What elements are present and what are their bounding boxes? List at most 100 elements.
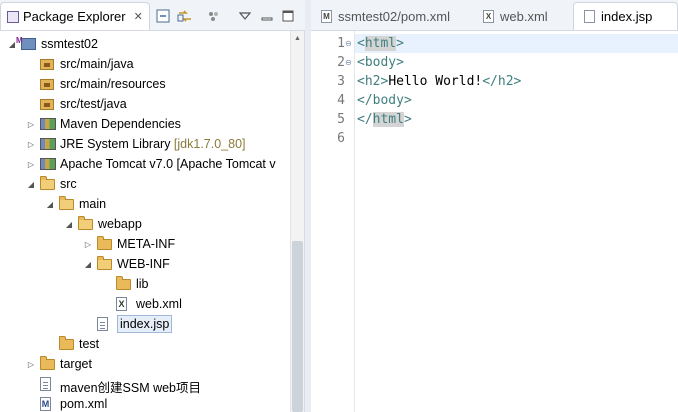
package-explorer-tab[interactable]: Package Explorer ✕ <box>0 2 150 30</box>
tree-item-text: src/test/java <box>60 97 127 111</box>
tree-item-text: webapp <box>98 217 142 231</box>
code-line[interactable]: </body> <box>357 91 412 110</box>
tree-item[interactable]: Xweb.xml <box>0 294 290 314</box>
code-line[interactable]: <html> <box>357 34 404 53</box>
tree-item[interactable]: ▷ META-INF <box>0 234 290 254</box>
collapsed-arrow-icon[interactable]: ▷ <box>26 114 36 134</box>
code-line[interactable]: <body> <box>357 53 404 72</box>
tree-item-text: index.jsp <box>120 317 170 331</box>
tree-item-text: target <box>60 357 92 371</box>
maven-pom-icon: M <box>321 9 332 23</box>
tree-scrollbar[interactable]: ▲ <box>290 31 304 412</box>
editor-tab[interactable]: index.jsp <box>573 2 678 30</box>
code-editor[interactable]: <html> <body> <h2>Hello World!</h2> </body>… <box>355 31 678 412</box>
tree-item-text: pom.xml <box>60 397 108 411</box>
code-tag-token: body <box>364 55 397 70</box>
tree-item[interactable]: ▷ target <box>0 354 290 374</box>
collapsed-arrow-icon[interactable]: ▷ <box>83 234 93 254</box>
library-icon <box>40 138 56 150</box>
editor-tab[interactable]: Mssmtest02/pom.xml <box>311 2 469 30</box>
fold-toggle-icon[interactable]: ⊖ <box>345 34 354 53</box>
folder-open-icon <box>40 176 55 190</box>
tree-item-text: ssmtest02 <box>41 37 98 51</box>
folder-icon <box>40 356 55 370</box>
tree-item[interactable]: ◢ webapp <box>0 214 290 234</box>
tree-item[interactable]: ◢ssmtest02 <box>0 34 290 54</box>
tree-item-decoration: [jdk1.7.0_80] <box>170 137 246 151</box>
tree-item[interactable]: lib <box>0 274 290 294</box>
tree-item-label: Maven Dependencies <box>60 117 181 131</box>
minimize-icon[interactable] <box>259 8 275 24</box>
tree-item-label: JRE System Library [jdk1.7.0_80] <box>60 137 246 151</box>
tree-item[interactable]: index.jsp <box>0 314 290 334</box>
code-tag-token: < <box>357 74 365 89</box>
code-tag-token: html <box>372 112 404 127</box>
view-menu-chevron-icon[interactable] <box>237 8 253 24</box>
tree-item[interactable]: src/main/java <box>0 54 290 74</box>
view-menu-dots-icon[interactable] <box>205 8 221 24</box>
tree-item[interactable]: test <box>0 334 290 354</box>
collapsed-arrow-icon[interactable]: ▷ <box>26 354 36 374</box>
text-file-icon <box>40 377 51 391</box>
code-tag-token: < <box>357 36 365 51</box>
code-tag-token: h2 <box>497 74 514 89</box>
maximize-icon[interactable] <box>280 8 296 24</box>
tree-item[interactable]: ◢ src <box>0 174 290 194</box>
line-number: 1 <box>337 36 345 51</box>
expanded-arrow-icon[interactable]: ◢ <box>45 194 55 214</box>
tree-item-text: JRE System Library <box>60 137 171 151</box>
code-tag-token: h2 <box>364 74 381 89</box>
code-line[interactable]: <h2>Hello World!</h2> <box>357 72 521 91</box>
code-tag-token: < <box>357 55 365 70</box>
tree-item[interactable]: src/test/java <box>0 94 290 114</box>
tree-item-label: test <box>79 337 99 351</box>
folder-icon <box>97 236 112 250</box>
collapsed-arrow-icon[interactable]: ▷ <box>26 154 36 174</box>
code-tag-token: </ <box>357 112 373 127</box>
tree-item[interactable]: maven创建SSM web项目 <box>0 374 290 395</box>
link-with-editor-icon[interactable] <box>177 8 193 24</box>
tree-item-text: src <box>60 177 77 191</box>
package-explorer-icon <box>7 10 19 23</box>
code-line[interactable]: </html> <box>357 110 412 129</box>
library-icon <box>40 118 56 130</box>
tree-item-text: web.xml <box>136 297 182 311</box>
code-tag-token: </ <box>357 93 373 108</box>
scrollbar-thumb[interactable] <box>292 241 303 412</box>
expanded-arrow-icon[interactable]: ◢ <box>83 254 93 274</box>
folder-open-icon <box>97 256 112 270</box>
tree-item[interactable]: Mpom.xml <box>0 394 290 412</box>
tree-item[interactable]: ▷ Apache Tomcat v7.0 [Apache Tomcat v <box>0 154 290 174</box>
scroll-up-icon[interactable]: ▲ <box>291 31 304 45</box>
tree-item[interactable]: ◢ WEB-INF <box>0 254 290 274</box>
editor-tab[interactable]: Xweb.xml <box>473 2 569 30</box>
collapsed-arrow-icon[interactable]: ▷ <box>26 134 36 154</box>
expanded-arrow-icon[interactable]: ◢ <box>26 174 36 194</box>
source-folder-icon <box>40 59 54 70</box>
tree-item[interactable]: ▷ Maven Dependencies <box>0 114 290 134</box>
tree-item-text: WEB-INF <box>117 257 170 271</box>
tree-item-label: lib <box>136 277 149 291</box>
tree-item[interactable]: ◢ main <box>0 194 290 214</box>
jsp-file-icon <box>584 10 595 23</box>
tree-item[interactable]: ▷ JRE System Library [jdk1.7.0_80] <box>0 134 290 154</box>
project-tree[interactable]: ◢ssmtest02src/main/javasrc/main/resource… <box>0 31 290 412</box>
tree-item-text: Maven Dependencies <box>60 117 181 131</box>
tree-item-label: Apache Tomcat v7.0 [Apache Tomcat v <box>60 157 276 171</box>
close-icon[interactable]: ✕ <box>134 10 143 23</box>
line-number: 5 <box>337 112 345 127</box>
tree-item-label: META-INF <box>117 237 175 251</box>
package-explorer-tabbar: Package Explorer ✕ <box>0 0 305 31</box>
tree-item-text: maven创建SSM web项目 <box>60 381 202 395</box>
editor-tab-label: web.xml <box>500 8 548 24</box>
line-number: 6 <box>337 131 345 146</box>
line-number-ruler: 1 ⊖ 2 ⊖ 3 4 5 6 <box>311 31 355 412</box>
xml-file-icon: X <box>483 9 494 23</box>
fold-toggle-icon[interactable]: ⊖ <box>345 53 354 72</box>
editor-area: Mssmtest02/pom.xml Xweb.xml index.jsp 1 ⊖ 2 ⊖… <box>311 0 678 412</box>
expanded-arrow-icon[interactable]: ◢ <box>64 214 74 234</box>
code-tag-token: </ <box>482 74 498 89</box>
collapse-all-icon[interactable] <box>155 8 171 24</box>
xml-file-icon: X <box>116 297 127 311</box>
tree-item[interactable]: src/main/resources <box>0 74 290 94</box>
